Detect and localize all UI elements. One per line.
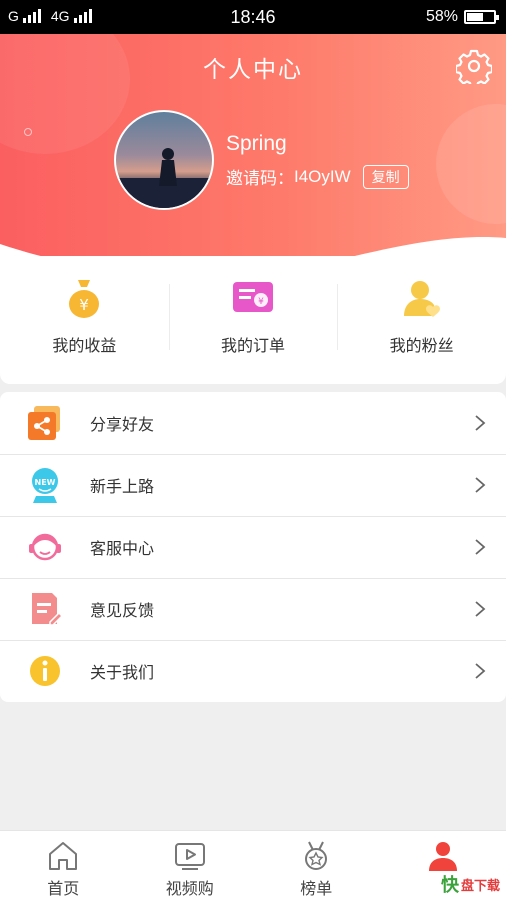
share-icon <box>26 404 64 442</box>
copy-button[interactable]: 复制 <box>363 165 409 189</box>
menu-list: 分享好友 NEW 新手上路 客服中心 意见反馈 <box>0 392 506 702</box>
svg-text:¥: ¥ <box>258 297 264 307</box>
watermark-k: 快 <box>441 871 459 897</box>
menu-item-service[interactable]: 客服中心 <box>0 516 506 578</box>
decor-ring <box>24 128 32 136</box>
tab-label: 首页 <box>47 875 79 899</box>
status-bar: G 4G 18:46 58% <box>0 0 506 34</box>
quick-actions: ¥ 我的收益 ¥ 我的订单 我的粉丝 <box>0 256 506 384</box>
watermark-logo: 快 盘下载 <box>441 871 500 897</box>
chevron-right-icon <box>474 538 486 556</box>
invite-label: 邀请码： <box>226 164 294 189</box>
quick-item-fans[interactable]: 我的粉丝 <box>337 256 506 384</box>
info-icon <box>26 652 64 690</box>
tab-label: 榜单 <box>300 875 332 899</box>
svg-text:¥: ¥ <box>80 296 90 314</box>
menu-item-beginner[interactable]: NEW 新手上路 <box>0 454 506 516</box>
fans-icon <box>400 276 444 320</box>
invite-code: I4OyIW <box>294 167 351 187</box>
decor-bubble <box>436 104 506 224</box>
menu-item-feedback[interactable]: 意见反馈 <box>0 578 506 640</box>
avatar-silhouette <box>116 112 212 208</box>
page-title: 个人中心 <box>0 50 506 84</box>
tab-home[interactable]: 首页 <box>0 831 127 901</box>
watermark-text: 盘下载 <box>461 875 500 894</box>
tab-video[interactable]: 视频购 <box>127 831 254 901</box>
svg-text:NEW: NEW <box>35 478 56 487</box>
home-icon <box>46 839 80 873</box>
menu-item-about[interactable]: 关于我们 <box>0 640 506 702</box>
chevron-right-icon <box>474 662 486 680</box>
quick-label: 我的订单 <box>221 332 285 356</box>
quick-label: 我的收益 <box>52 332 116 356</box>
avatar[interactable] <box>114 110 214 210</box>
menu-label: 分享好友 <box>90 411 154 435</box>
menu-label: 新手上路 <box>90 473 154 497</box>
chevron-right-icon <box>474 476 486 494</box>
menu-label: 客服中心 <box>90 535 154 559</box>
tab-label: 视频购 <box>166 875 214 899</box>
menu-label: 关于我们 <box>90 659 154 683</box>
battery-icon <box>464 10 496 24</box>
order-card-icon: ¥ <box>231 276 275 320</box>
customer-service-icon <box>26 528 64 566</box>
gear-icon[interactable] <box>456 48 492 84</box>
chevron-right-icon <box>474 600 486 618</box>
chevron-right-icon <box>474 414 486 432</box>
username: Spring <box>226 132 287 156</box>
profile-icon <box>426 839 460 873</box>
profile-header: 个人中心 Spring 邀请码： I4OyIW 复制 <box>0 34 506 284</box>
menu-label: 意见反馈 <box>90 597 154 621</box>
medal-icon <box>299 839 333 873</box>
battery-percent: 58% <box>426 8 458 26</box>
video-icon <box>173 839 207 873</box>
invite-code-row: 邀请码： I4OyIW 复制 <box>226 164 409 189</box>
quick-label: 我的粉丝 <box>390 332 454 356</box>
money-bag-icon: ¥ <box>62 276 106 320</box>
quick-item-earnings[interactable]: ¥ 我的收益 <box>0 256 169 384</box>
battery-indicator: 58% <box>426 8 496 26</box>
new-robot-icon: NEW <box>26 466 64 504</box>
feedback-icon <box>26 590 64 628</box>
menu-item-share[interactable]: 分享好友 <box>0 392 506 454</box>
quick-item-orders[interactable]: ¥ 我的订单 <box>169 256 338 384</box>
tab-ranking[interactable]: 榜单 <box>253 831 380 901</box>
bottom-tab-bar: 首页 视频购 榜单 快 盘下载 <box>0 830 506 901</box>
